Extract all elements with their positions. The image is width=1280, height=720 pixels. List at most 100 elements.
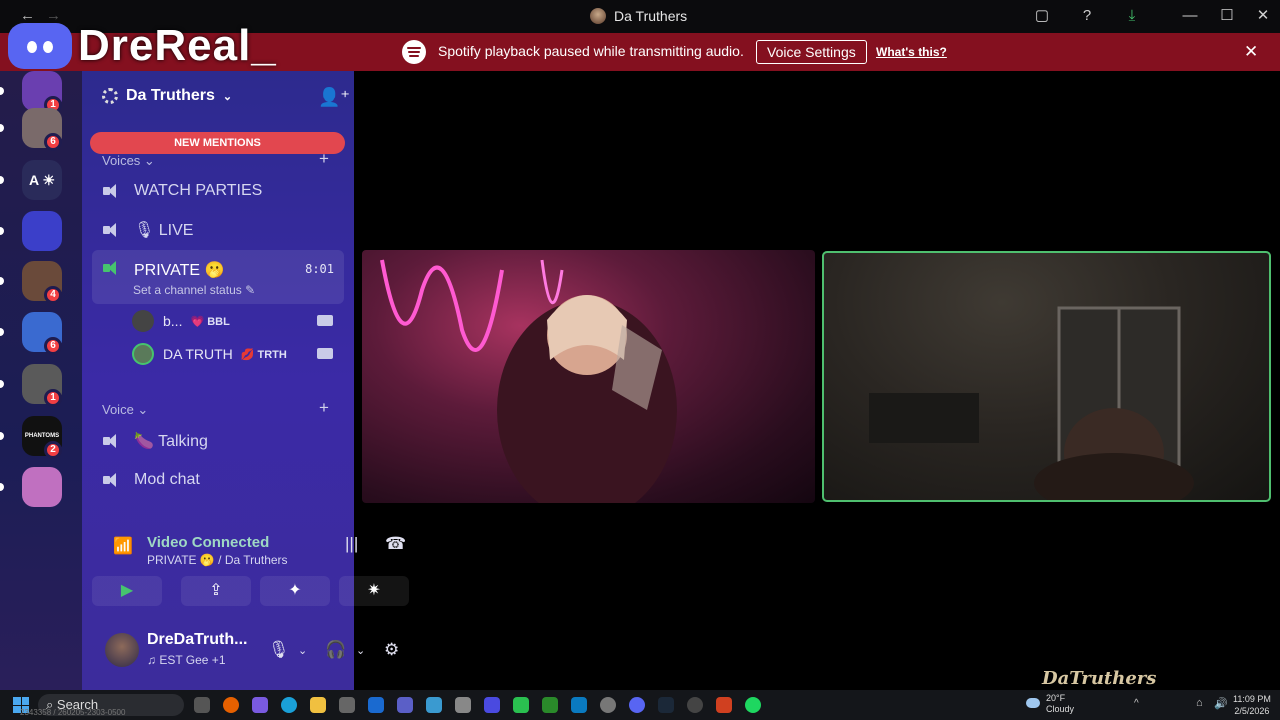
close-icon[interactable]: ✕ [1244,42,1258,62]
speaker-icon [102,433,120,449]
app-icon[interactable] [426,697,442,713]
screen-share-button[interactable]: ⇪ [181,576,251,606]
mention-badge: 6 [44,337,62,355]
channel-label: PRIVATE 🫢 [134,262,225,279]
app-icon[interactable] [484,697,500,713]
add-channel-icon[interactable]: + [319,398,329,418]
video-camera-icon [317,315,333,326]
avatar [132,310,154,332]
chevron-down-icon[interactable]: ⌄ [356,644,365,657]
app-icon[interactable] [687,697,703,713]
channel-watch-parties[interactable]: WATCH PARTIES [92,174,344,208]
photos-icon[interactable] [571,697,587,713]
discord-logo-icon [8,23,72,69]
voice-settings-button[interactable]: Voice Settings [756,40,867,64]
activities-button[interactable]: ✦ [260,576,330,606]
app-icon[interactable] [513,697,529,713]
inbox-icon[interactable]: ▢ [1032,6,1052,26]
server-icon[interactable]: A ☀ [22,160,62,200]
store-icon[interactable] [339,697,355,713]
server-badge-icon [102,88,118,104]
speaker-icon [102,222,120,238]
channel-mod-chat[interactable]: Mod chat [92,463,344,497]
chevron-down-icon[interactable]: ⌄ [298,644,307,657]
streamer-logo-text: DreReal_ [78,21,277,70]
teams-icon[interactable] [397,697,413,713]
volume-icon[interactable]: 🔊 [1214,697,1228,710]
xbox-icon[interactable] [542,697,558,713]
help-icon[interactable]: ? [1077,6,1097,26]
category-voices[interactable]: Voices ⌄ [102,153,155,169]
headphones-icon[interactable]: 🎧 [325,640,346,660]
app-icon[interactable] [455,697,471,713]
steam-icon[interactable] [658,697,674,713]
channel-private[interactable]: PRIVATE 🫢 8:01 Set a channel status ✎ [92,250,344,304]
server-header[interactable]: Da Truthers ⌄ [102,87,232,105]
server-unread-indicator [0,227,4,235]
member-name: b... [163,313,183,329]
app-icon[interactable] [716,697,732,713]
clock[interactable]: 11:09 PM 2/5/2026 [1233,693,1271,717]
server-name: Da Truthers [126,87,215,104]
disconnect-icon[interactable]: ☎ [385,534,406,554]
firefox-icon[interactable] [223,697,239,713]
soundboard-button[interactable]: ✷ [339,576,409,606]
server-icon[interactable] [22,467,62,507]
task-view-icon[interactable] [194,697,210,713]
close-window-button[interactable]: ✕ [1253,6,1273,26]
connection-signal-icon[interactable]: 📶 [113,536,133,556]
build-label: 2343358 / 260205-2303-0500 [20,708,126,717]
mention-badge: 4 [44,286,62,304]
server-unread-indicator [0,328,4,336]
server-icon[interactable] [22,211,62,251]
video-frame-image [380,259,677,503]
category-voice[interactable]: Voice ⌄ [102,402,148,418]
server-unread-indicator [0,483,4,491]
channel-status[interactable]: Set a channel status ✎ [133,283,255,297]
microphone-icon[interactable]: 🎙 [268,640,290,660]
server-rail: 16A ☀ 4 6 1 PHANTOMS 2 [0,71,82,690]
add-member-icon[interactable]: 👤⁺ [318,87,350,108]
download-icon[interactable]: ⤓ [1122,6,1142,26]
copilot-icon[interactable] [252,697,268,713]
video-tile-speaking[interactable] [822,251,1271,502]
voice-panel: 📶 Video Connected PRIVATE 🫢 / Da Truther… [92,514,409,684]
server-unread-indicator [0,432,4,440]
voice-status-title: Video Connected [147,534,270,551]
avatar[interactable] [105,633,139,667]
chevron-up-icon[interactable]: ^ [1134,698,1139,709]
file-explorer-icon[interactable] [310,697,326,713]
window-title: Da Truthers [590,8,687,24]
outlook-icon[interactable] [368,697,384,713]
minimize-button[interactable]: — [1180,6,1200,26]
channel-label: 🎙 LIVE [134,222,194,239]
edge-icon[interactable] [281,697,297,713]
soundboard-icon[interactable]: ||| [345,534,358,554]
server-label: A ☀ [28,172,56,188]
server-unread-indicator [0,277,4,285]
channel-sidebar: Da Truthers ⌄ 👤⁺ NEW MENTIONS Voices ⌄ +… [82,71,409,690]
speaker-icon [102,472,120,488]
voice-status-subtitle[interactable]: PRIVATE 🫢 / Da Truthers [147,553,288,567]
network-icon[interactable]: ⌂ [1196,697,1203,709]
whats-this-link[interactable]: What's this? [876,45,947,59]
discord-icon[interactable] [629,697,645,713]
spotify-icon[interactable] [745,697,761,713]
add-channel-icon[interactable]: + [319,149,329,169]
voice-member[interactable]: b... 💗 BBL [132,310,333,332]
video-tile[interactable] [362,250,815,503]
channel-live[interactable]: 🎙 LIVE [92,213,344,247]
voice-member[interactable]: DA TRUTH 💋 TRTH [132,343,333,365]
spotify-icon [402,40,426,64]
settings-icon[interactable] [600,697,616,713]
os-taskbar: ⌕ Search 2343358 / 260205-2303-0500 20°F… [0,690,1280,720]
camera-button[interactable]: ▶ [92,576,162,606]
new-mentions-pill[interactable]: NEW MENTIONS [90,132,345,154]
server-unread-indicator [0,124,4,132]
maximize-button[interactable]: ☐ [1217,6,1237,26]
channel-talking[interactable]: 🍆 Talking [92,424,344,458]
chevron-down-icon: ⌄ [222,90,233,103]
user-name[interactable]: DreDaTruth... [147,631,247,649]
video-camera-icon [317,348,333,359]
gear-icon[interactable]: ⚙ [384,640,399,660]
